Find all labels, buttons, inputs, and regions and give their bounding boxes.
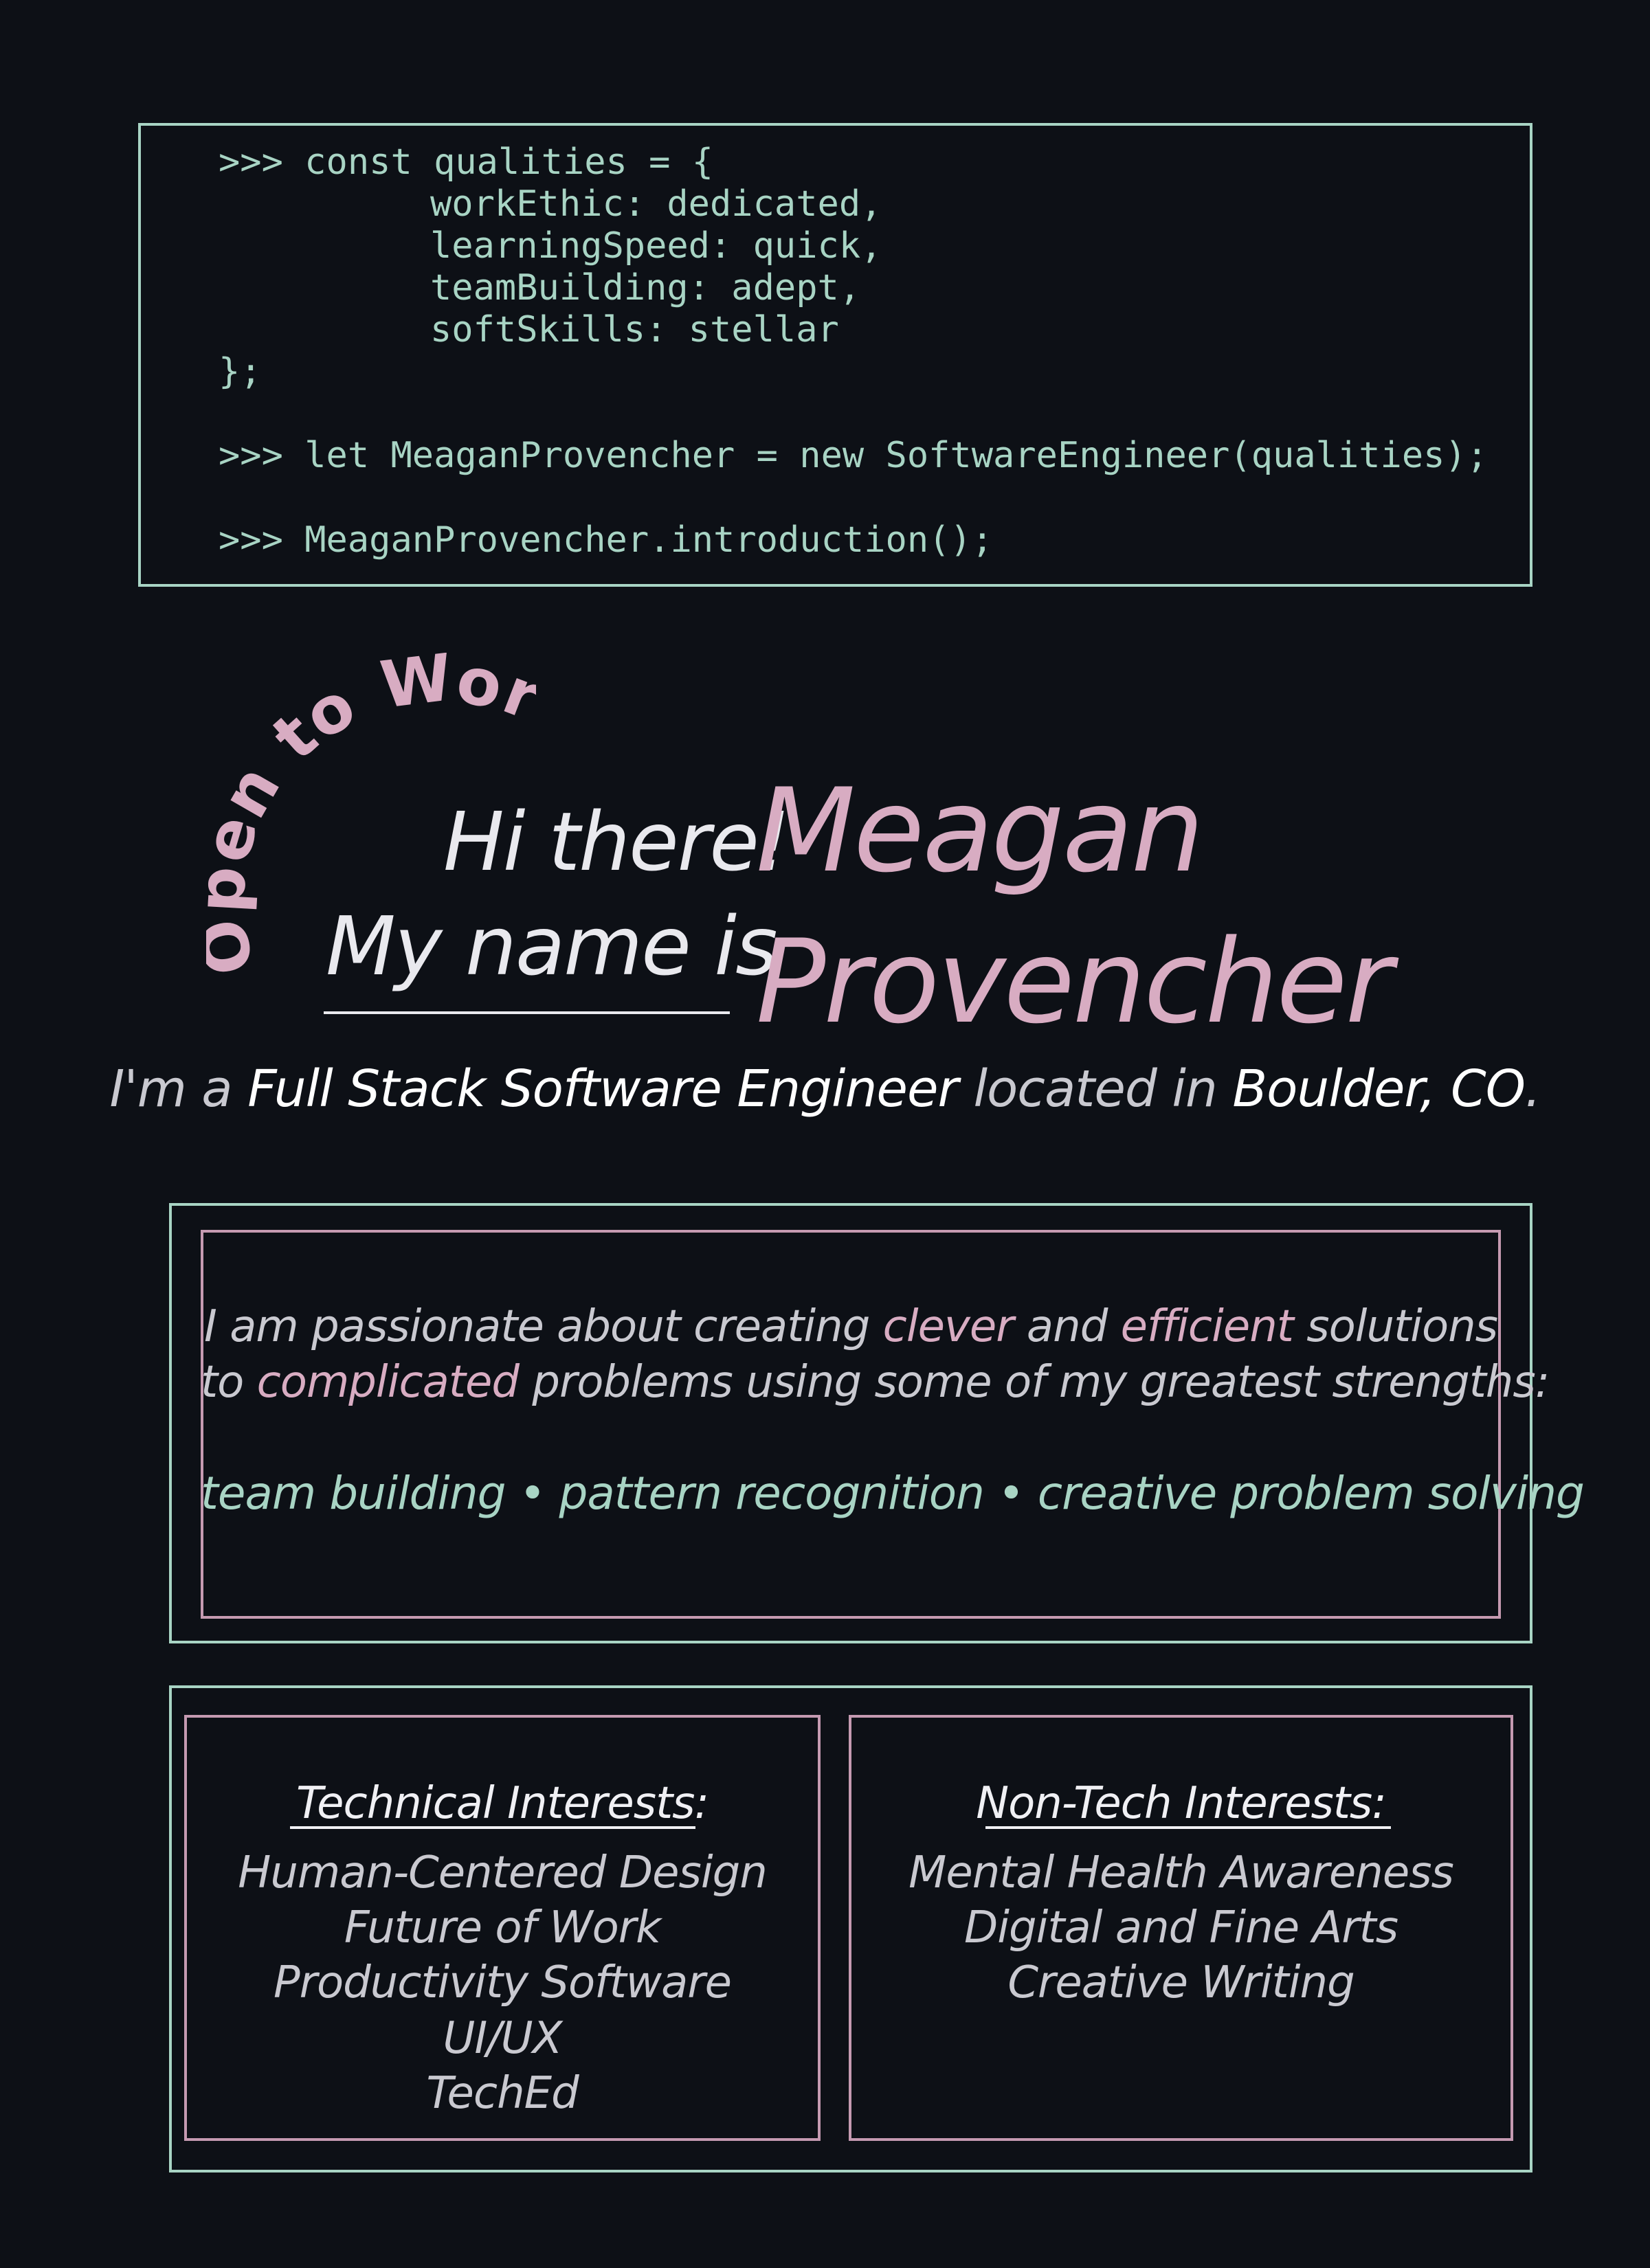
passion-line-2: to complicated problems using some of my… bbox=[201, 1360, 1550, 1404]
technical-interest-item: TechEd bbox=[426, 2068, 579, 2119]
passion-text: I am passionate about creating bbox=[203, 1301, 883, 1352]
tagline: I'm a Full Stack Software Engineer locat… bbox=[0, 1064, 1650, 1114]
technical-heading-underline bbox=[290, 1826, 695, 1829]
highlight-efficient: efficient bbox=[1120, 1301, 1294, 1352]
technical-interest-item: UI/UX bbox=[443, 2013, 563, 2064]
non-tech-interest-item: Creative Writing bbox=[1007, 1957, 1354, 2008]
highlight-complicated: complicated bbox=[256, 1357, 520, 1408]
highlight-clever: clever bbox=[882, 1301, 1014, 1352]
code-line-6: }; bbox=[219, 351, 262, 392]
tagline-suffix: . bbox=[1524, 1059, 1541, 1119]
code-line-4: teamBuilding: adept, bbox=[430, 267, 861, 308]
first-name: Meagan bbox=[756, 763, 1204, 898]
last-name: Provencher bbox=[756, 914, 1393, 1049]
code-line-5: softSkills: stellar bbox=[430, 309, 839, 350]
passion-text: to bbox=[201, 1357, 257, 1408]
non-tech-heading-underline bbox=[985, 1826, 1391, 1829]
non-tech-interest-item: Mental Health Awareness bbox=[908, 1848, 1454, 1898]
greeting-text: Hi there! bbox=[443, 794, 790, 889]
technical-interest-item: Future of Work bbox=[344, 1902, 661, 1953]
strengths-list: team building • pattern recognition • cr… bbox=[201, 1467, 1585, 1520]
code-line-1: >>> const qualities = { bbox=[219, 142, 714, 183]
code-line-8: >>> MeaganProvencher.introduction(); bbox=[219, 519, 994, 561]
code-line-3: learningSpeed: quick, bbox=[430, 225, 882, 267]
passion-text: and bbox=[1013, 1301, 1121, 1352]
tagline-middle: located in bbox=[957, 1059, 1233, 1119]
non-tech-interest-item: Digital and Fine Arts bbox=[963, 1902, 1398, 1953]
technical-interest-item: Human-Centered Design bbox=[238, 1848, 768, 1898]
code-line-7: >>> let MeaganProvencher = new SoftwareE… bbox=[219, 435, 1489, 476]
code-line-2: workEthic: dedicated, bbox=[430, 183, 882, 225]
passion-text: problems using some of my greatest stren… bbox=[518, 1357, 1550, 1408]
tagline-role: Full Stack Software Engineer bbox=[247, 1059, 959, 1119]
technical-interests-heading: Technical Interests: bbox=[296, 1778, 709, 1829]
tagline-location: Boulder, CO bbox=[1232, 1059, 1526, 1119]
name-intro-text: My name is bbox=[326, 899, 778, 993]
technical-interest-item: Productivity Software bbox=[274, 1957, 732, 2008]
name-underline bbox=[324, 1011, 730, 1014]
passion-line-1: I am passionate about creating clever an… bbox=[201, 1305, 1501, 1349]
tagline-prefix: I'm a bbox=[109, 1059, 248, 1119]
passion-inner-frame bbox=[201, 1230, 1501, 1619]
non-tech-interests-heading: Non-Tech Interests: bbox=[976, 1778, 1387, 1829]
passion-text: solutions bbox=[1293, 1301, 1498, 1352]
